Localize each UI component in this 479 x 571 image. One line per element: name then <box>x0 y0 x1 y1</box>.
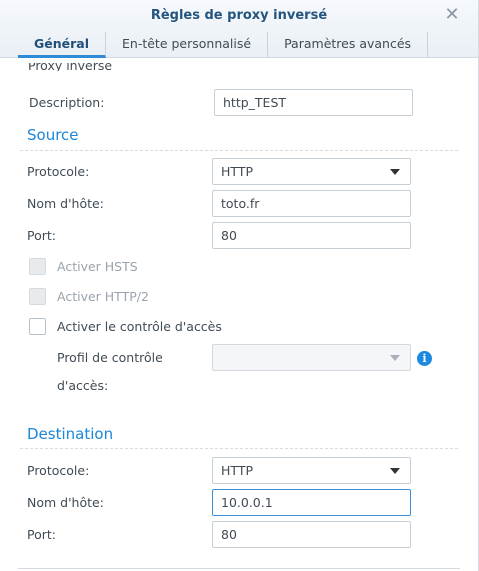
close-icon[interactable]: ✕ <box>443 6 461 24</box>
destination-hostname-input[interactable]: 10.0.0.1 <box>212 489 411 516</box>
tab-custom-header[interactable]: En-tête personnalisé <box>106 32 269 58</box>
destination-protocol-value: HTTP <box>221 463 253 478</box>
destination-heading: Destination <box>27 425 114 443</box>
tab-advanced-settings[interactable]: Paramètres avancés <box>268 32 429 58</box>
source-protocol-value: HTTP <box>221 164 253 179</box>
reverse-proxy-dialog: Règles de proxy inversé ✕ Général En-têt… <box>0 0 479 571</box>
destination-port-label: Port: <box>27 527 56 542</box>
source-separator <box>20 150 458 151</box>
dialog-titlebar: Règles de proxy inversé ✕ Général En-têt… <box>0 0 478 58</box>
source-heading: Source <box>27 126 79 144</box>
description-label: Description: <box>29 95 105 110</box>
chevron-down-icon <box>390 169 400 175</box>
source-protocol-select[interactable]: HTTP <box>212 158 411 185</box>
info-icon[interactable]: i <box>417 351 432 366</box>
http2-label: Activer HTTP/2 <box>57 289 149 304</box>
hsts-label: Activer HSTS <box>57 259 138 274</box>
cut-off-label-text: Proxy inversé <box>28 63 113 71</box>
destination-port-input[interactable]: 80 <box>212 521 411 548</box>
chevron-down-icon <box>390 355 400 361</box>
cut-off-label: Proxy inversé <box>28 63 112 71</box>
access-profile-label-line1: Profil de contrôle <box>57 350 163 365</box>
dialog-title: Règles de proxy inversé <box>150 8 328 23</box>
access-control-label: Activer le contrôle d'accès <box>57 319 222 334</box>
access-profile-select[interactable] <box>212 344 411 371</box>
dialog-body: Proxy inversé Description: http_TEST Sou… <box>0 59 478 571</box>
destination-protocol-label: Protocole: <box>27 463 90 478</box>
destination-protocol-select[interactable]: HTTP <box>212 457 411 484</box>
hsts-checkbox[interactable] <box>29 258 46 275</box>
access-profile-label-line2: d'accès: <box>57 378 109 393</box>
tab-bar: Général En-tête personnalisé Paramètres … <box>18 32 429 58</box>
destination-hostname-label: Nom d'hôte: <box>27 495 104 510</box>
http2-checkbox[interactable] <box>29 288 46 305</box>
source-protocol-label: Protocole: <box>27 164 90 179</box>
source-hostname-input[interactable]: toto.fr <box>212 190 411 217</box>
chevron-down-icon <box>390 468 400 474</box>
access-control-checkbox[interactable] <box>29 318 46 335</box>
tab-general[interactable]: Général <box>18 32 106 58</box>
description-input[interactable]: http_TEST <box>214 89 413 116</box>
source-port-label: Port: <box>27 228 56 243</box>
footer-divider <box>18 568 460 569</box>
destination-separator <box>20 448 458 449</box>
source-port-input[interactable]: 80 <box>212 222 411 249</box>
source-hostname-label: Nom d'hôte: <box>27 196 104 211</box>
